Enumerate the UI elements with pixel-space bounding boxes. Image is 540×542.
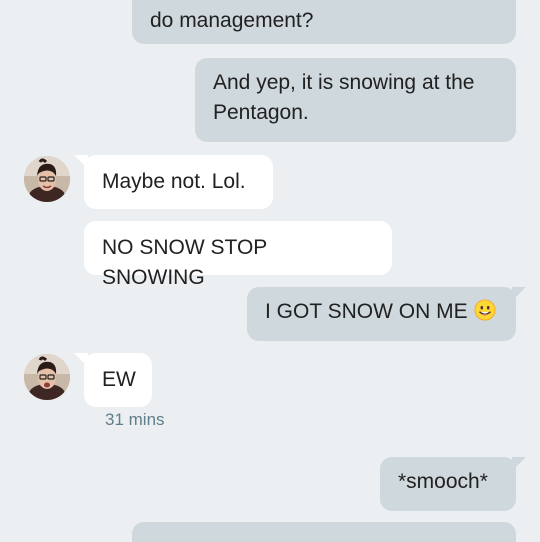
received-message-bubble[interactable]: NO SNOW STOP SNOWING (84, 221, 392, 289)
sent-message-bubble[interactable]: *smooch* (380, 457, 526, 511)
sent-message-bubble[interactable]: I GOT SNOW ON ME (247, 287, 526, 341)
message-text: do management? (150, 9, 314, 32)
smiling-face-with-tongue-icon (474, 299, 496, 321)
contact-avatar[interactable] (24, 354, 70, 400)
message-text: EW (102, 368, 136, 391)
sent-message-bubble[interactable]: And yep, it is snowing at the Pentagon. (195, 58, 516, 142)
received-message-bubble[interactable]: EW (74, 353, 152, 407)
message-text: And yep, it is snowing at the Pentagon. (213, 71, 475, 124)
contact-avatar[interactable] (24, 156, 70, 202)
sent-message-bubble-partial[interactable] (132, 522, 516, 542)
message-text: Maybe not. Lol. (102, 170, 246, 193)
received-message-bubble[interactable]: Maybe not. Lol. (74, 155, 273, 209)
message-text: NO SNOW STOP SNOWING (102, 236, 267, 289)
message-text: I GOT SNOW ON ME (265, 300, 468, 323)
sent-message-bubble[interactable]: do management? (132, 0, 516, 44)
message-thread: do management? And yep, it is snowing at… (0, 0, 540, 542)
message-timestamp: 31 mins (105, 410, 165, 429)
contact-photo-icon (24, 354, 70, 400)
contact-photo-icon (24, 156, 70, 202)
message-text: *smooch* (398, 470, 488, 493)
